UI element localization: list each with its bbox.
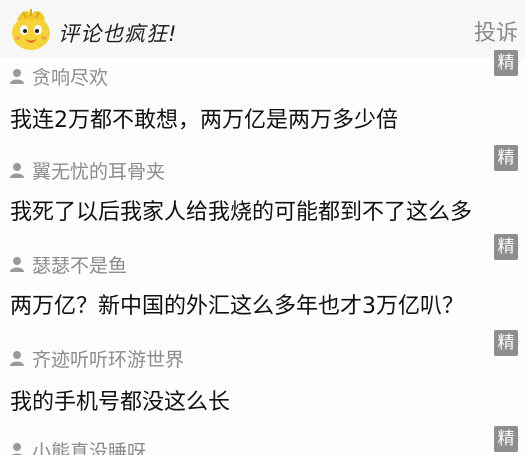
chick-mascot-icon <box>12 9 50 50</box>
header-bar: 评论也疯狂! 投诉 <box>0 0 525 59</box>
comment-username[interactable]: 贪响尽欢 <box>32 63 108 90</box>
comment-user[interactable]: 齐迹听听环游世界 <box>10 345 184 372</box>
comments-page: 评论也疯狂! 投诉 贪响尽欢 我连2万都不敢想，两万亿是两万多少倍 精 翼无忧的… <box>0 0 525 455</box>
comment-text: 我的手机号都没这么长 <box>10 390 231 415</box>
user-icon <box>10 351 24 366</box>
comment-username[interactable]: 翼无忧的耳骨夹 <box>32 157 165 184</box>
user-icon <box>10 257 24 272</box>
comment-user[interactable]: 贪响尽欢 <box>10 63 108 90</box>
comment-user[interactable]: 翼无忧的耳骨夹 <box>10 157 165 184</box>
comment-item: 齐迹听听环游世界 我的手机号都没这么长 精 <box>0 330 525 427</box>
featured-badge: 精 <box>494 50 518 76</box>
comment-text: 两万亿？新中国的外汇这么多年也才3万亿叭？ <box>10 294 464 319</box>
user-icon <box>10 163 24 178</box>
comment-username[interactable]: 小熊真没睡呀 <box>32 437 146 455</box>
comment-user[interactable]: 瑟瑟不是鱼 <box>10 251 127 278</box>
comment-item: 贪响尽欢 我连2万都不敢想，两万亿是两万多少倍 精 <box>0 50 525 147</box>
comment-text: 我连2万都不敢想，两万亿是两万多少倍 <box>10 108 398 133</box>
comment-item: 小熊真没睡呀 精 <box>0 426 525 455</box>
comment-username[interactable]: 齐迹听听环游世界 <box>32 345 184 372</box>
page-title: 评论也疯狂! <box>58 22 178 46</box>
comment-text: 我死了以后我家人给我烧的可能都到不了这么多 <box>10 200 473 225</box>
featured-badge: 精 <box>494 330 518 356</box>
comment-item: 瑟瑟不是鱼 两万亿？新中国的外汇这么多年也才3万亿叭？ 精 <box>0 234 525 335</box>
comment-username[interactable]: 瑟瑟不是鱼 <box>32 251 127 278</box>
user-icon <box>10 69 24 84</box>
comment-item: 翼无忧的耳骨夹 我死了以后我家人给我烧的可能都到不了这么多 精 <box>0 145 525 239</box>
featured-badge: 精 <box>494 234 518 260</box>
comment-user[interactable]: 小熊真没睡呀 <box>10 438 146 455</box>
report-button[interactable]: 投诉 <box>474 15 518 47</box>
user-icon <box>11 443 23 455</box>
featured-badge: 精 <box>494 145 518 171</box>
featured-badge: 精 <box>494 426 518 452</box>
